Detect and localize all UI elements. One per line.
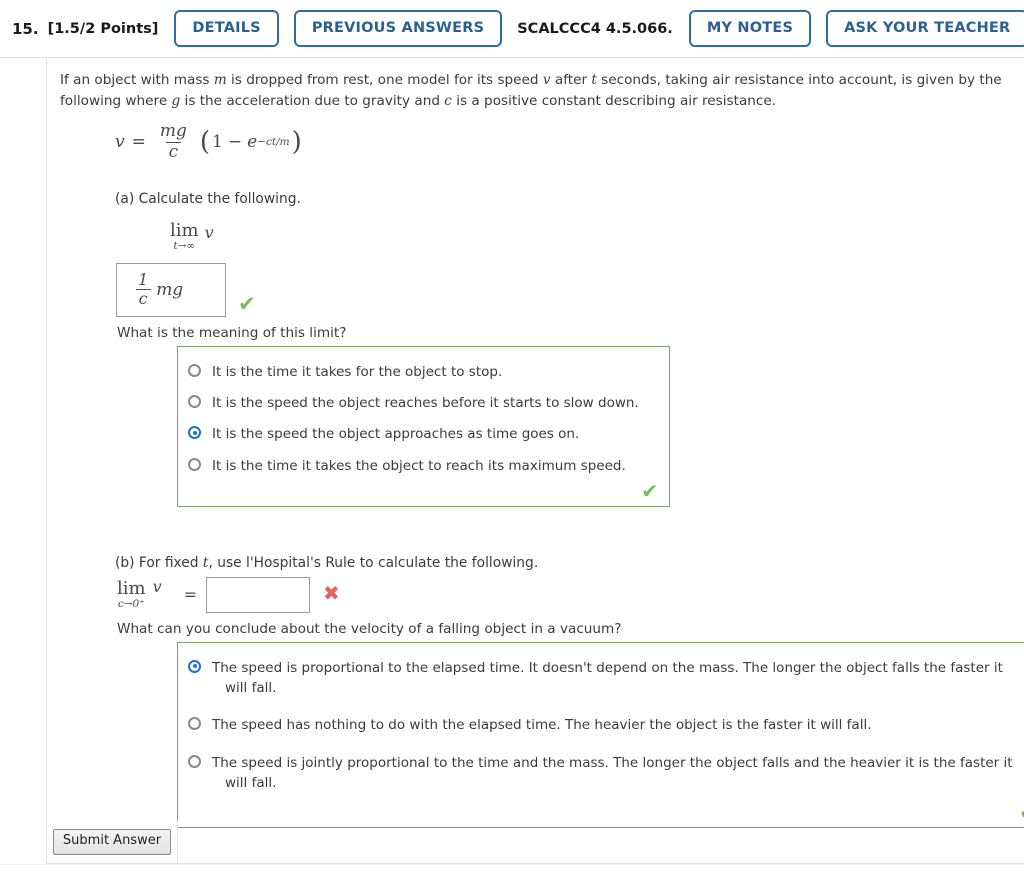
limit-block-b: lim c→0⁺ bbox=[117, 580, 146, 610]
option-label[interactable]: It is the speed the object reaches befor… bbox=[212, 393, 639, 413]
var-v: v bbox=[542, 72, 551, 88]
option-line-2: will fall. bbox=[225, 774, 277, 791]
radio-icon[interactable] bbox=[188, 395, 201, 409]
limit-subscript: t→∞ bbox=[173, 240, 196, 253]
option-line-1: The speed is proportional to the elapsed… bbox=[212, 659, 1003, 676]
part-a-sub-question: What is the meaning of this limit? bbox=[117, 324, 347, 341]
option-label[interactable]: It is the speed the object approaches as… bbox=[212, 424, 579, 444]
part-b-equals: = bbox=[183, 585, 198, 605]
radio-icon-selected[interactable] bbox=[188, 426, 201, 440]
question-header: 15. [1.5/2 Points] DETAILS PREVIOUS ANSW… bbox=[0, 0, 1024, 58]
radio-icon[interactable] bbox=[188, 754, 201, 768]
footer-spacer bbox=[178, 821, 1024, 864]
bottom-strip bbox=[0, 864, 1024, 893]
part-b-text-2: , use l'Hospital's Rule to calculate the… bbox=[208, 554, 539, 571]
part-b-text-1: (b) For fixed bbox=[115, 554, 203, 571]
part-a-answer-row: 1 c mg ✔ bbox=[116, 262, 1015, 317]
problem-text-5: is the acceleration due to gravity and bbox=[180, 92, 445, 109]
answer-numerator: 1 bbox=[138, 269, 149, 289]
question-number: 15. bbox=[12, 19, 39, 38]
part-a-options-group: It is the time it takes for the object t… bbox=[177, 345, 670, 507]
details-button[interactable]: DETAILS bbox=[174, 9, 279, 48]
left-rail-divider bbox=[46, 58, 47, 864]
option-row[interactable]: The speed is jointly proportional to the… bbox=[188, 742, 1024, 800]
answer-trailing-term: mg bbox=[156, 279, 184, 300]
problem-text-3: after bbox=[550, 72, 592, 88]
formula-minus: − bbox=[227, 132, 243, 153]
problem-code: SCALCCC4 4.5.066. bbox=[517, 20, 673, 37]
submit-answer-button[interactable]: Submit Answer bbox=[52, 829, 172, 855]
answer-denominator: c bbox=[135, 289, 151, 308]
submit-cell: Submit Answer bbox=[47, 821, 178, 864]
option-row[interactable]: The speed is proportional to the elapsed… bbox=[188, 653, 1024, 705]
red-x-icon: ✖ bbox=[323, 580, 340, 605]
points-badge: [1.5/2 Points] bbox=[47, 20, 159, 37]
formula-lhs: v bbox=[115, 132, 125, 153]
option-label[interactable]: It is the time it takes for the object t… bbox=[212, 362, 502, 382]
option-label[interactable]: It is the time it takes the object to re… bbox=[212, 456, 626, 476]
option-line-1: The speed is jointly proportional to the… bbox=[212, 754, 1013, 771]
answer-fraction: 1 c bbox=[135, 269, 151, 309]
question-footer: Submit Answer bbox=[47, 821, 1024, 864]
part-b-label: (b) For fixed t, use l'Hospital's Rule t… bbox=[115, 555, 1015, 571]
option-row[interactable]: It is the time it takes the object to re… bbox=[188, 451, 659, 482]
problem-text-1: If an object with mass bbox=[60, 72, 214, 88]
formula-equals: = bbox=[131, 132, 146, 153]
part-b-answer-row: lim c→0⁺ v = ✖ bbox=[117, 575, 1015, 615]
limit-variable: v bbox=[152, 576, 162, 596]
part-b-sub-question: What can you conclude about the velocity… bbox=[117, 620, 622, 637]
radio-icon-selected[interactable] bbox=[188, 659, 201, 673]
problem-statement: If an object with mass m is dropped from… bbox=[60, 70, 1005, 111]
option-row[interactable]: It is the time it takes for the object t… bbox=[188, 357, 659, 388]
var-g: g bbox=[171, 92, 181, 109]
ask-your-teacher-button[interactable]: ASK YOUR TEACHER bbox=[826, 9, 1024, 48]
formula-e: e bbox=[247, 132, 258, 153]
radio-icon[interactable] bbox=[188, 363, 201, 377]
limit-operator: lim bbox=[117, 578, 146, 600]
part-b-answer-input[interactable] bbox=[206, 576, 311, 613]
formula-denominator: c bbox=[165, 141, 182, 162]
formula-open-paren: ( bbox=[199, 127, 211, 158]
question-body: If an object with mass m is dropped from… bbox=[60, 70, 1024, 829]
part-a-limit-expression: lim t→∞ v bbox=[170, 222, 1015, 252]
option-label[interactable]: The speed is jointly proportional to the… bbox=[212, 753, 1013, 794]
formula-one: 1 bbox=[212, 132, 223, 153]
option-row[interactable]: It is the speed the object approaches as… bbox=[188, 419, 659, 450]
formula-fraction: mg c bbox=[157, 120, 190, 162]
option-label[interactable]: The speed has nothing to do with the ela… bbox=[212, 715, 872, 735]
radio-icon[interactable] bbox=[188, 717, 201, 731]
formula-exponent: −ct/m bbox=[257, 136, 290, 149]
limit-variable: v bbox=[204, 223, 214, 243]
var-c: c bbox=[444, 92, 452, 109]
my-notes-button[interactable]: MY NOTES bbox=[688, 9, 812, 48]
option-row[interactable]: It is the speed the object reaches befor… bbox=[188, 388, 659, 419]
limit-block-a: lim t→∞ bbox=[170, 222, 199, 252]
part-a-answer-box[interactable]: 1 c mg bbox=[116, 262, 226, 317]
part-a-label: (a) Calculate the following. bbox=[115, 191, 301, 208]
part-b-options-group: The speed is proportional to the elapsed… bbox=[177, 641, 1024, 829]
formula-numerator: mg bbox=[159, 120, 187, 141]
option-label[interactable]: The speed is proportional to the elapsed… bbox=[212, 658, 1003, 699]
problem-text-2: is dropped from rest, one model for its … bbox=[226, 72, 543, 88]
limit-subscript: c→0⁺ bbox=[117, 598, 145, 611]
formula-close-paren: ) bbox=[291, 127, 302, 158]
var-m: m bbox=[213, 72, 227, 88]
limit-operator: lim bbox=[170, 220, 199, 242]
green-check-icon: ✔ bbox=[641, 478, 658, 503]
problem-text-6: is a positive constant describing air re… bbox=[451, 92, 777, 109]
radio-icon[interactable] bbox=[188, 457, 201, 471]
option-row[interactable]: The speed has nothing to do with the ela… bbox=[188, 704, 1024, 741]
previous-answers-button[interactable]: PREVIOUS ANSWERS bbox=[293, 9, 503, 48]
option-line-2: will fall. bbox=[225, 680, 277, 697]
velocity-formula: v = mg c ( 1 − e −ct/m ) bbox=[115, 120, 1015, 162]
green-check-icon: ✔ bbox=[238, 291, 256, 316]
green-check-icon: ✔ bbox=[1019, 802, 1024, 822]
